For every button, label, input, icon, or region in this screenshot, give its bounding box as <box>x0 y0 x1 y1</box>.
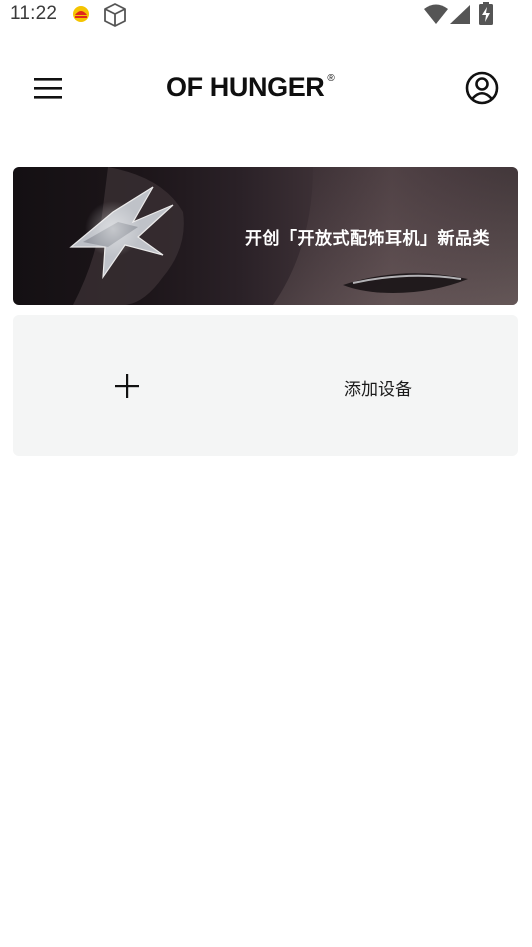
brand-name: OF HUNGER <box>166 72 325 102</box>
account-circle-icon <box>465 71 499 105</box>
promo-banner[interactable]: 开创「开放式配饰耳机」新品类 <box>13 167 518 305</box>
status-time: 11:22 <box>10 3 58 24</box>
hamburger-menu-icon <box>34 78 62 99</box>
add-device-card[interactable]: 添加设备 <box>13 315 518 456</box>
add-device-label: 添加设备 <box>344 380 412 400</box>
app-header: OF HUNGER ® <box>0 58 532 118</box>
menu-button[interactable] <box>26 68 70 108</box>
app-notification-icon <box>73 6 89 22</box>
banner-headline: 开创「开放式配饰耳机」新品类 <box>245 229 490 249</box>
package-box-icon <box>104 3 126 27</box>
wifi-icon <box>424 4 448 24</box>
cell-signal-icon <box>450 5 470 24</box>
brand-logo: OF HUNGER ® <box>166 72 366 104</box>
registered-mark: ® <box>327 73 335 84</box>
battery-charging-icon <box>479 2 493 25</box>
status-bar: 11:22 <box>0 0 532 32</box>
plus-icon <box>115 374 139 398</box>
account-button[interactable] <box>462 68 502 108</box>
app-screen: 11:22 OF HUNGER ® 开创「开放式配饰耳机」新品类 添加设备 <box>0 0 532 947</box>
